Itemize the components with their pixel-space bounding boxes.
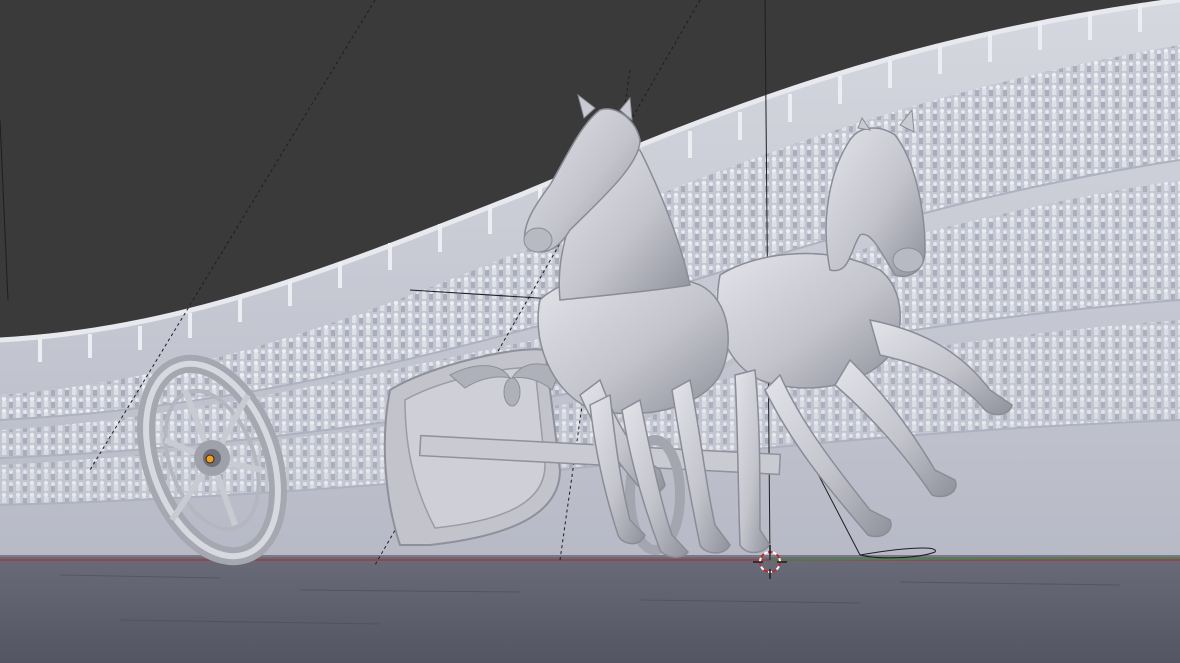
viewport-scene[interactable] bbox=[0, 0, 1180, 663]
3d-viewport[interactable] bbox=[0, 0, 1180, 663]
arena-floor bbox=[0, 555, 1180, 663]
object-origin-icon[interactable] bbox=[205, 454, 215, 464]
